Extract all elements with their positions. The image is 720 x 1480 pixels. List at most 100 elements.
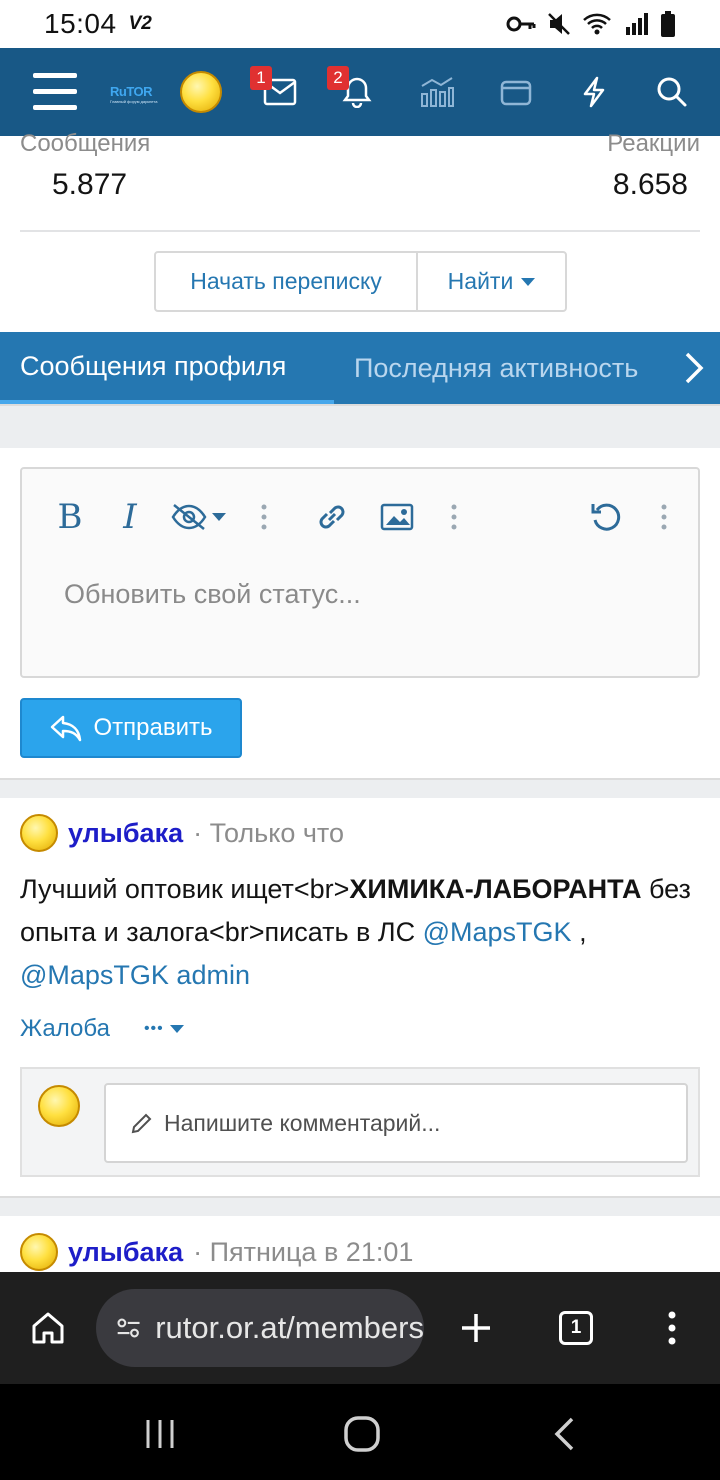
more-options-button[interactable] bbox=[442, 497, 466, 537]
vertical-dots-icon bbox=[668, 1311, 676, 1345]
post-bold-text: ХИМИКА-ЛАБОРАНТА bbox=[349, 874, 642, 904]
avatar bbox=[38, 1085, 80, 1127]
back-icon bbox=[554, 1417, 574, 1451]
url-text: rutor.or.at/members bbox=[155, 1310, 424, 1345]
post-time[interactable]: · Пятница в 21:01 bbox=[193, 1237, 413, 1268]
submit-label: Отправить bbox=[93, 714, 213, 741]
avatar[interactable] bbox=[20, 814, 58, 852]
post-text: , bbox=[571, 917, 587, 947]
tabs-button[interactable]: 1 bbox=[550, 1302, 602, 1354]
profile-tabs: Сообщения профиля Последняя активность bbox=[0, 332, 720, 404]
tabs-scroll-right-button[interactable] bbox=[668, 332, 720, 404]
bold-button[interactable]: B bbox=[50, 497, 90, 537]
undo-icon bbox=[591, 503, 621, 531]
search-icon bbox=[657, 77, 687, 107]
tab-profile-posts[interactable]: Сообщения профиля bbox=[0, 332, 334, 404]
reactions-label: Реакции bbox=[607, 130, 700, 157]
smiley-avatar-icon bbox=[180, 71, 222, 113]
back-button[interactable] bbox=[534, 1412, 594, 1456]
find-label: Найти bbox=[447, 268, 514, 294]
profile-stats: Сообщения 5.877 Реакции 8.658 bbox=[0, 130, 720, 232]
home-icon bbox=[32, 1312, 64, 1344]
reply-icon bbox=[51, 715, 82, 742]
start-conversation-button[interactable]: Начать переписку bbox=[156, 253, 418, 310]
italic-icon: I bbox=[123, 497, 137, 537]
post-header: улыбака · Только что bbox=[20, 814, 700, 852]
avatar[interactable] bbox=[20, 1233, 58, 1271]
recent-apps-button[interactable] bbox=[130, 1412, 190, 1456]
browser-toolbar: rutor.or.at/members 1 bbox=[0, 1272, 720, 1384]
menu-icon[interactable] bbox=[33, 73, 77, 111]
search-button[interactable] bbox=[650, 70, 694, 114]
section-separator bbox=[0, 1196, 720, 1216]
site-logo[interactable]: RuTOR Главный форум даркнета bbox=[110, 84, 166, 106]
mute-icon bbox=[548, 13, 570, 35]
mention-link[interactable]: @MapsTGK admin bbox=[20, 960, 250, 990]
status-icons bbox=[506, 11, 676, 37]
insert-image-button[interactable] bbox=[376, 497, 418, 537]
site-settings-icon bbox=[117, 1318, 140, 1338]
alerts-button[interactable]: 2 bbox=[327, 66, 379, 114]
report-link[interactable]: Жалоба bbox=[20, 1015, 110, 1043]
submit-button[interactable]: Отправить bbox=[20, 698, 242, 758]
new-tab-button[interactable] bbox=[450, 1302, 502, 1354]
post-username[interactable]: улыбака bbox=[68, 818, 183, 849]
italic-button[interactable]: I bbox=[110, 497, 150, 537]
comment-input[interactable]: Напишите комментарий... bbox=[104, 1083, 688, 1163]
whats-new-button[interactable] bbox=[415, 70, 459, 114]
hide-content-button[interactable] bbox=[166, 497, 230, 537]
home-nav-button[interactable] bbox=[332, 1412, 392, 1456]
user-avatar[interactable] bbox=[179, 70, 223, 114]
system-nav-bar bbox=[0, 1384, 720, 1480]
chevron-down-icon bbox=[169, 1025, 184, 1033]
post-header: улыбака · Пятница в 21:01 bbox=[20, 1233, 700, 1271]
chart-icon bbox=[421, 77, 454, 107]
find-button[interactable]: Найти bbox=[418, 253, 565, 310]
eye-slash-icon bbox=[171, 504, 207, 530]
tab-latest-activity[interactable]: Последняя активность bbox=[354, 332, 664, 404]
home-button[interactable] bbox=[22, 1302, 74, 1354]
section-gap bbox=[0, 404, 720, 448]
app-header: RuTOR Главный форум даркнета 1 2 bbox=[0, 48, 720, 136]
divider bbox=[20, 230, 700, 232]
chevron-right-icon bbox=[685, 352, 704, 384]
chevron-down-icon bbox=[521, 277, 536, 286]
profile-actions: Начать переписку Найти bbox=[154, 251, 567, 312]
wallet-icon bbox=[500, 80, 532, 106]
comment-placeholder: Напишите комментарий... bbox=[164, 1109, 441, 1136]
wifi-icon bbox=[583, 13, 611, 35]
network-tag: V2 bbox=[128, 13, 152, 34]
more-options-button[interactable] bbox=[252, 497, 276, 537]
url-bar[interactable]: rutor.or.at/members bbox=[96, 1289, 424, 1367]
more-options-button[interactable] bbox=[652, 497, 676, 537]
image-icon bbox=[380, 503, 414, 531]
tab-count-icon: 1 bbox=[559, 1311, 593, 1345]
status-editor[interactable]: B I Обновить свой статус... bbox=[20, 467, 700, 678]
post-time[interactable]: · Только что bbox=[193, 818, 344, 849]
plus-icon bbox=[462, 1314, 490, 1342]
conversations-button[interactable]: 1 bbox=[250, 66, 302, 114]
bold-icon: B bbox=[57, 497, 83, 537]
link-icon bbox=[319, 505, 345, 529]
alerts-badge: 2 bbox=[327, 66, 349, 90]
section-separator bbox=[0, 778, 720, 798]
conversations-badge: 1 bbox=[250, 66, 272, 90]
insert-link-button[interactable] bbox=[312, 497, 352, 537]
profile-post: улыбака · Пятница в 21:01 bbox=[20, 1233, 700, 1271]
tab-count: 1 bbox=[570, 1317, 582, 1338]
wallet-button[interactable] bbox=[494, 70, 538, 114]
browser-menu-button[interactable] bbox=[646, 1302, 698, 1354]
status-time: 15:04 bbox=[44, 8, 117, 39]
vertical-dots-icon bbox=[261, 504, 267, 530]
more-menu-button[interactable]: ••• bbox=[144, 1020, 184, 1038]
mention-link[interactable]: @MapsTGK bbox=[423, 917, 572, 947]
undo-button[interactable] bbox=[586, 497, 626, 537]
messages-value[interactable]: 5.877 bbox=[52, 168, 127, 202]
chevron-down-icon bbox=[212, 513, 226, 521]
status-bar: 15:04 V2 bbox=[0, 0, 720, 48]
reactions-value[interactable]: 8.658 bbox=[613, 168, 688, 202]
home-circle-icon bbox=[344, 1416, 380, 1452]
post-actions: Жалоба ••• bbox=[20, 1015, 700, 1043]
post-username[interactable]: улыбака bbox=[68, 1237, 183, 1268]
quick-actions-button[interactable] bbox=[572, 70, 616, 114]
